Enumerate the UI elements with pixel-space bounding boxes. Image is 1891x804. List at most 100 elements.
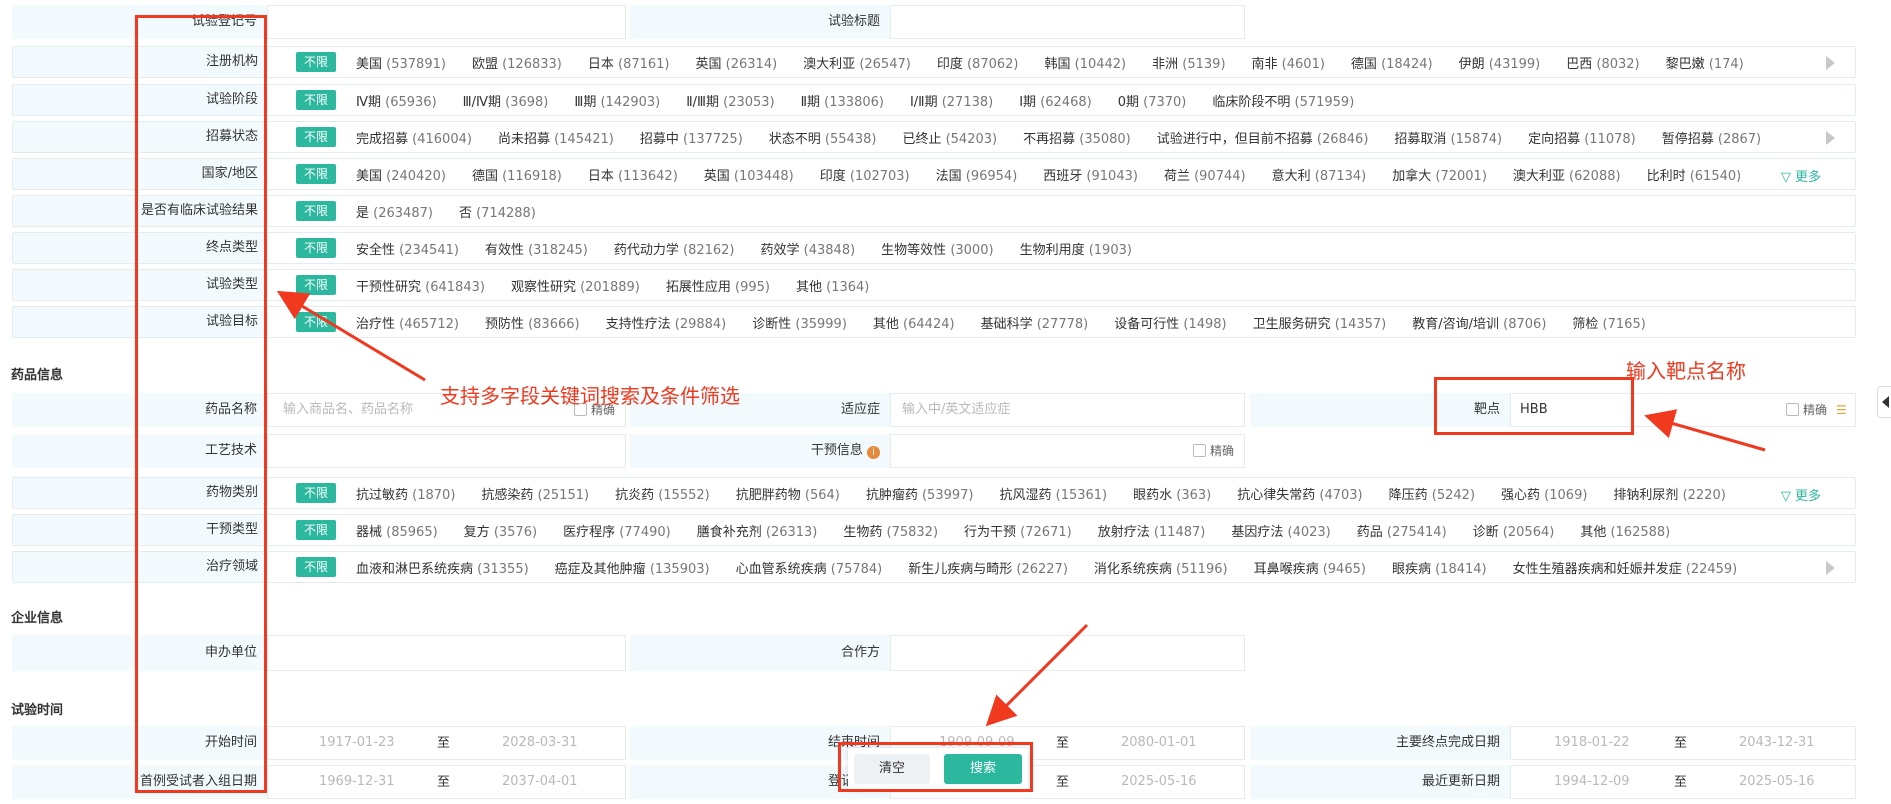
filter-option[interactable]: 日本 (113642) bbox=[588, 165, 678, 184]
filter-option[interactable]: 复方 (3576) bbox=[464, 521, 537, 540]
filter-all-tag[interactable]: 不限 bbox=[296, 164, 337, 184]
filter-option[interactable]: 抗肥胖药物 (564) bbox=[736, 484, 840, 503]
filter-option[interactable]: 法国 (96954) bbox=[936, 165, 1018, 184]
filter-option[interactable]: 黎巴嫩 (174) bbox=[1666, 53, 1744, 72]
filter-all-tag[interactable]: 不限 bbox=[296, 238, 337, 258]
filter-option[interactable]: 西班牙 (91043) bbox=[1043, 165, 1138, 184]
filter-option[interactable]: 筛检 (7165) bbox=[1572, 313, 1645, 332]
filter-option[interactable]: 观察性研究 (201889) bbox=[511, 276, 640, 295]
more-button[interactable]: ▽ 更多 bbox=[1781, 166, 1821, 185]
expand-arrow-icon[interactable] bbox=[1826, 561, 1835, 575]
side-collapse-tab[interactable] bbox=[1877, 386, 1891, 418]
filter-option[interactable]: Ⅱ/Ⅲ期 (23053) bbox=[686, 91, 774, 110]
filter-all-tag[interactable]: 不限 bbox=[296, 201, 337, 221]
filter-option[interactable]: 不再招募 (35080) bbox=[1023, 128, 1131, 147]
filter-option[interactable]: 生物等效性 (3000) bbox=[881, 239, 993, 258]
filter-option[interactable]: 治疗性 (465712) bbox=[356, 313, 459, 332]
filter-option[interactable]: 药品 (275414) bbox=[1357, 521, 1447, 540]
filter-option[interactable]: 南非 (4601) bbox=[1252, 53, 1325, 72]
filter-option[interactable]: 印度 (87062) bbox=[937, 53, 1019, 72]
filter-option[interactable]: 德国 (116918) bbox=[472, 165, 562, 184]
filter-option[interactable]: 基础科学 (27778) bbox=[981, 313, 1089, 332]
filter-option[interactable]: 是 (263487) bbox=[356, 202, 433, 221]
filter-option[interactable]: 其他 (64424) bbox=[873, 313, 955, 332]
filter-all-tag[interactable]: 不限 bbox=[296, 312, 337, 332]
filter-option[interactable]: 设备可行性 (1498) bbox=[1114, 313, 1226, 332]
filter-option[interactable]: 癌症及其他肿瘤 (135903) bbox=[555, 558, 710, 577]
filter-option[interactable]: 抗风湿药 (15361) bbox=[999, 484, 1107, 503]
filter-option[interactable]: 临床阶段不明 (571959) bbox=[1212, 91, 1354, 110]
filter-option[interactable]: 伊朗 (43199) bbox=[1459, 53, 1541, 72]
interv-exact-checkbox[interactable]: 精确 bbox=[1193, 435, 1234, 467]
filter-option[interactable]: 基因疗法 (4023) bbox=[1231, 521, 1330, 540]
filter-option[interactable]: 暂停招募 (2867) bbox=[1662, 128, 1761, 147]
filter-option[interactable]: 安全性 (234541) bbox=[356, 239, 459, 258]
search-list-icon[interactable]: ☰ bbox=[1836, 404, 1852, 416]
filter-option[interactable]: 荷兰 (90744) bbox=[1164, 165, 1246, 184]
filter-option[interactable]: 状态不明 (55438) bbox=[769, 128, 877, 147]
filter-option[interactable]: 新生儿疾病与畸形 (26227) bbox=[908, 558, 1068, 577]
filter-all-tag[interactable]: 不限 bbox=[296, 557, 337, 577]
filter-option[interactable]: 抗肿瘤药 (53997) bbox=[866, 484, 974, 503]
expand-arrow-icon[interactable] bbox=[1826, 56, 1835, 70]
filter-option[interactable]: 其他 (1364) bbox=[796, 276, 869, 295]
filter-option[interactable]: 器械 (85965) bbox=[356, 521, 438, 540]
filter-option[interactable]: 英国 (103448) bbox=[704, 165, 794, 184]
filter-option[interactable]: 降压药 (5242) bbox=[1389, 484, 1475, 503]
filter-option[interactable]: 日本 (87161) bbox=[588, 53, 670, 72]
more-button[interactable]: ▽ 更多 bbox=[1781, 485, 1821, 504]
filter-option[interactable]: 韩国 (10442) bbox=[1044, 53, 1126, 72]
filter-option[interactable]: 其他 (162588) bbox=[1580, 521, 1670, 540]
filter-option[interactable]: Ⅱ期 (133806) bbox=[801, 91, 884, 110]
filter-option[interactable]: 预防性 (83666) bbox=[485, 313, 580, 332]
filter-all-tag[interactable]: 不限 bbox=[296, 52, 337, 72]
filter-option[interactable]: 拓展性应用 (995) bbox=[666, 276, 770, 295]
process-input[interactable] bbox=[267, 434, 626, 468]
filter-option[interactable]: 药效学 (43848) bbox=[761, 239, 856, 258]
filter-option[interactable]: 膳食补充剂 (26313) bbox=[697, 521, 818, 540]
filter-option[interactable]: 澳大利亚 (26547) bbox=[803, 53, 911, 72]
filter-option[interactable]: 已终止 (54203) bbox=[902, 128, 997, 147]
filter-option[interactable]: 耳鼻喉疾病 (9465) bbox=[1254, 558, 1366, 577]
filter-option[interactable]: 消化系统疾病 (51196) bbox=[1094, 558, 1228, 577]
filter-option[interactable]: Ⅲ/Ⅳ期 (3698) bbox=[463, 91, 549, 110]
filter-option[interactable]: 干预性研究 (641843) bbox=[356, 276, 485, 295]
trial-title-input[interactable] bbox=[890, 5, 1245, 39]
filter-option[interactable]: 放射疗法 (11487) bbox=[1098, 521, 1206, 540]
filter-option[interactable]: 试验进行中，但目前不招募 (26846) bbox=[1157, 128, 1369, 147]
filter-option[interactable]: 印度 (102703) bbox=[820, 165, 910, 184]
filter-option[interactable]: 加拿大 (72001) bbox=[1392, 165, 1487, 184]
reg-no-input[interactable] bbox=[267, 5, 626, 39]
filter-all-tag[interactable]: 不限 bbox=[296, 520, 337, 540]
filter-option[interactable]: Ⅰ期 (62468) bbox=[1019, 91, 1091, 110]
filter-option[interactable]: 心血管系统疾病 (75784) bbox=[736, 558, 883, 577]
filter-option[interactable]: 血液和淋巴系统疾病 (31355) bbox=[356, 558, 529, 577]
filter-all-tag[interactable]: 不限 bbox=[296, 90, 337, 110]
partner-input[interactable] bbox=[890, 635, 1245, 671]
filter-option[interactable]: 诊断 (20564) bbox=[1473, 521, 1555, 540]
filter-option[interactable]: Ⅲ期 (142903) bbox=[574, 91, 660, 110]
filter-option[interactable]: 抗过敏药 (1870) bbox=[356, 484, 455, 503]
filter-option[interactable]: 诊断性 (35999) bbox=[752, 313, 847, 332]
filter-option[interactable]: 英国 (26314) bbox=[696, 53, 778, 72]
filter-option[interactable]: 女性生殖器疾病和妊娠并发症 (22459) bbox=[1513, 558, 1738, 577]
target-exact-checkbox[interactable]: 精确 bbox=[1786, 394, 1827, 426]
filter-option[interactable]: 定向招募 (11078) bbox=[1528, 128, 1636, 147]
sponsor-input[interactable] bbox=[267, 635, 626, 671]
filter-option[interactable]: 药代动力学 (82162) bbox=[614, 239, 735, 258]
filter-option[interactable]: 0期 (7370) bbox=[1118, 91, 1187, 110]
filter-option[interactable]: 有效性 (318245) bbox=[485, 239, 588, 258]
filter-option[interactable]: 抗心律失常药 (4703) bbox=[1237, 484, 1362, 503]
filter-option[interactable]: 生物药 (75832) bbox=[843, 521, 938, 540]
filter-option[interactable]: 否 (714288) bbox=[459, 202, 536, 221]
filter-option[interactable]: 眼疾病 (18414) bbox=[1392, 558, 1487, 577]
interv-info-input[interactable] bbox=[890, 434, 1245, 468]
filter-option[interactable]: 卫生服务研究 (14357) bbox=[1253, 313, 1387, 332]
filter-option[interactable]: 排钠利尿剂 (2220) bbox=[1613, 484, 1725, 503]
filter-option[interactable]: 生物利用度 (1903) bbox=[1020, 239, 1132, 258]
filter-option[interactable]: 招募中 (137725) bbox=[640, 128, 743, 147]
filter-option[interactable]: 教育/咨询/培训 (8706) bbox=[1412, 313, 1546, 332]
filter-option[interactable]: 欧盟 (126833) bbox=[472, 53, 562, 72]
filter-option[interactable]: 非洲 (5139) bbox=[1152, 53, 1225, 72]
filter-option[interactable]: 支持性疗法 (29884) bbox=[606, 313, 727, 332]
